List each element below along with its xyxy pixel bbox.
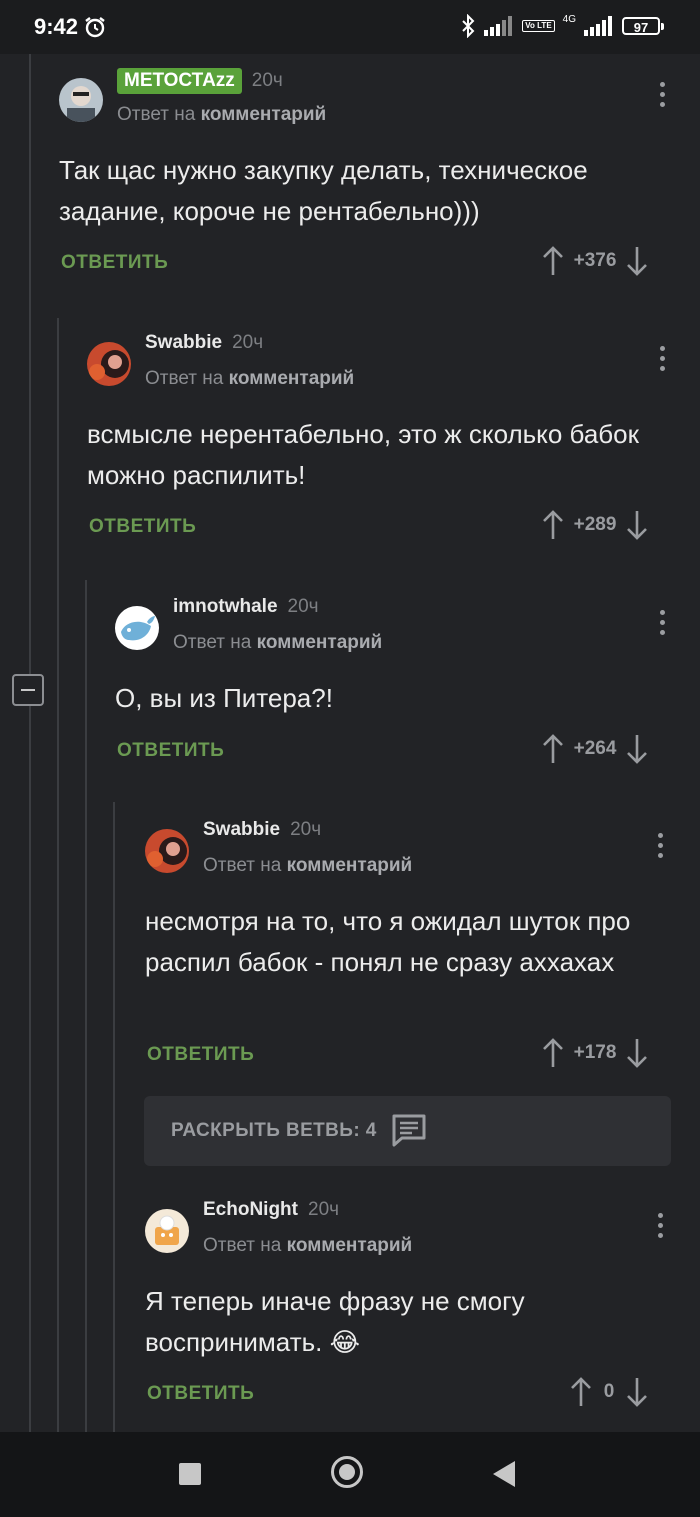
comment-header: Swabbie 20ч	[145, 332, 263, 354]
author-name[interactable]: Swabbie	[145, 332, 222, 354]
arrow-up-icon[interactable]	[541, 510, 565, 540]
comment-time: 20ч	[232, 332, 264, 353]
arrow-down-icon[interactable]	[625, 510, 649, 540]
arrow-up-icon[interactable]	[541, 246, 565, 276]
avatar[interactable]	[59, 78, 103, 122]
author-name[interactable]: EchoNight	[203, 1199, 298, 1221]
vote-score: +376	[573, 250, 617, 271]
alarm-icon	[85, 17, 105, 38]
more-vertical-icon[interactable]	[658, 833, 664, 861]
collapse-thread-button[interactable]	[12, 674, 44, 706]
reply-target-link[interactable]: комментарий	[257, 632, 383, 653]
reply-target-link[interactable]: комментарий	[201, 104, 327, 125]
arrow-down-icon[interactable]	[625, 1377, 649, 1407]
thread-line-4[interactable]	[113, 802, 115, 1432]
comment-text: Так щас нужно закупку делать, техническо…	[59, 155, 588, 226]
reply-target-link[interactable]: комментарий	[287, 1235, 413, 1256]
expand-branch-button[interactable]: РАСКРЫТЬ ВЕТВЬ: 4	[144, 1096, 671, 1166]
recent-apps-icon[interactable]	[179, 1463, 201, 1485]
battery-icon: 97	[622, 17, 664, 35]
arrow-down-icon[interactable]	[625, 246, 649, 276]
signal-icon	[484, 16, 513, 36]
reply-to: Ответ на комментарий	[203, 855, 412, 877]
bluetooth-icon	[462, 14, 475, 38]
reply-target-link[interactable]: комментарий	[229, 368, 355, 389]
thread-line-1[interactable]	[29, 54, 31, 674]
comment-text: всмысле нерентабельно, это ж сколько баб…	[87, 419, 640, 490]
arrow-down-icon[interactable]	[625, 734, 649, 764]
comment-time: 20ч	[290, 819, 322, 840]
vote-score: +264	[573, 738, 617, 759]
author-name[interactable]: Swabbie	[203, 819, 280, 841]
network-type: 4G	[562, 14, 576, 25]
reply-to: Ответ на комментарий	[117, 104, 326, 126]
arrow-up-icon[interactable]	[569, 1377, 593, 1407]
comments-icon	[392, 1114, 426, 1147]
author-name[interactable]: МЕТОСТАzz	[117, 68, 242, 94]
comment-header: МЕТОСТАzz 20ч	[117, 68, 283, 94]
vote-score: 0	[603, 1381, 615, 1402]
vote-score: +289	[573, 514, 617, 535]
comment-text: Я теперь иначе фразу не смогу воспринима…	[145, 1286, 525, 1357]
votes: +178	[541, 1038, 649, 1068]
status-icons: Vo LTE 4G 97	[460, 14, 664, 38]
reply-button[interactable]: ОТВЕТИТЬ	[117, 740, 224, 762]
reply-to: Ответ на комментарий	[145, 368, 354, 390]
reply-button[interactable]: ОТВЕТИТЬ	[147, 1044, 254, 1066]
more-vertical-icon[interactable]	[660, 346, 666, 374]
more-vertical-icon[interactable]	[658, 1213, 664, 1241]
comment-text: несмотря на то, что я ожидал шуток про р…	[145, 906, 631, 977]
comment-header: imnotwhale 20ч	[173, 596, 319, 618]
votes: 0	[569, 1377, 649, 1407]
reply-prefix: Ответ на	[203, 855, 282, 876]
arrow-down-icon[interactable]	[625, 1038, 649, 1068]
signal-icon-2	[584, 16, 612, 36]
more-vertical-icon[interactable]	[660, 82, 666, 110]
status-time: 9:42	[34, 14, 79, 39]
thread-line-1b[interactable]	[29, 706, 31, 1432]
status-bar: 9:42 Vo LTE 4G 97	[0, 0, 700, 54]
reply-prefix: Ответ на	[117, 104, 196, 125]
avatar[interactable]	[145, 829, 189, 873]
arrow-up-icon[interactable]	[541, 734, 565, 764]
reply-button[interactable]: ОТВЕТИТЬ	[61, 252, 168, 274]
reply-button[interactable]: ОТВЕТИТЬ	[89, 516, 196, 538]
vote-score: +178	[573, 1042, 617, 1063]
reply-prefix: Ответ на	[145, 368, 224, 389]
votes: +289	[541, 510, 649, 540]
comment-time: 20ч	[308, 1199, 340, 1220]
reply-button[interactable]: ОТВЕТИТЬ	[147, 1383, 254, 1405]
reply-prefix: Ответ на	[203, 1235, 282, 1256]
back-icon[interactable]	[493, 1461, 515, 1487]
reply-to: Ответ на комментарий	[173, 632, 382, 654]
thread-line-3[interactable]	[85, 580, 87, 1432]
votes: +264	[541, 734, 649, 764]
reply-prefix: Ответ на	[173, 632, 252, 653]
avatar[interactable]	[115, 606, 159, 650]
thread-line-2[interactable]	[57, 318, 59, 1432]
volte-indicator: Vo LTE	[522, 20, 555, 32]
reply-target-link[interactable]: комментарий	[287, 855, 413, 876]
comment-time: 20ч	[287, 596, 319, 617]
expand-branch-label: РАСКРЫТЬ ВЕТВЬ: 4	[171, 1120, 377, 1141]
reply-to: Ответ на комментарий	[203, 1235, 412, 1257]
comment-text: О, вы из Питера?!	[115, 683, 333, 713]
avatar[interactable]	[145, 1209, 189, 1253]
comment-time: 20ч	[251, 70, 283, 91]
votes: +376	[541, 246, 649, 276]
comment-header: EchoNight 20ч	[203, 1199, 339, 1221]
avatar[interactable]	[87, 342, 131, 386]
author-name[interactable]: imnotwhale	[173, 596, 278, 618]
arrow-up-icon[interactable]	[541, 1038, 565, 1068]
comment-header: Swabbie 20ч	[203, 819, 321, 841]
system-navigation-bar	[0, 1432, 700, 1517]
more-vertical-icon[interactable]	[660, 610, 666, 638]
home-icon[interactable]	[331, 1456, 363, 1488]
